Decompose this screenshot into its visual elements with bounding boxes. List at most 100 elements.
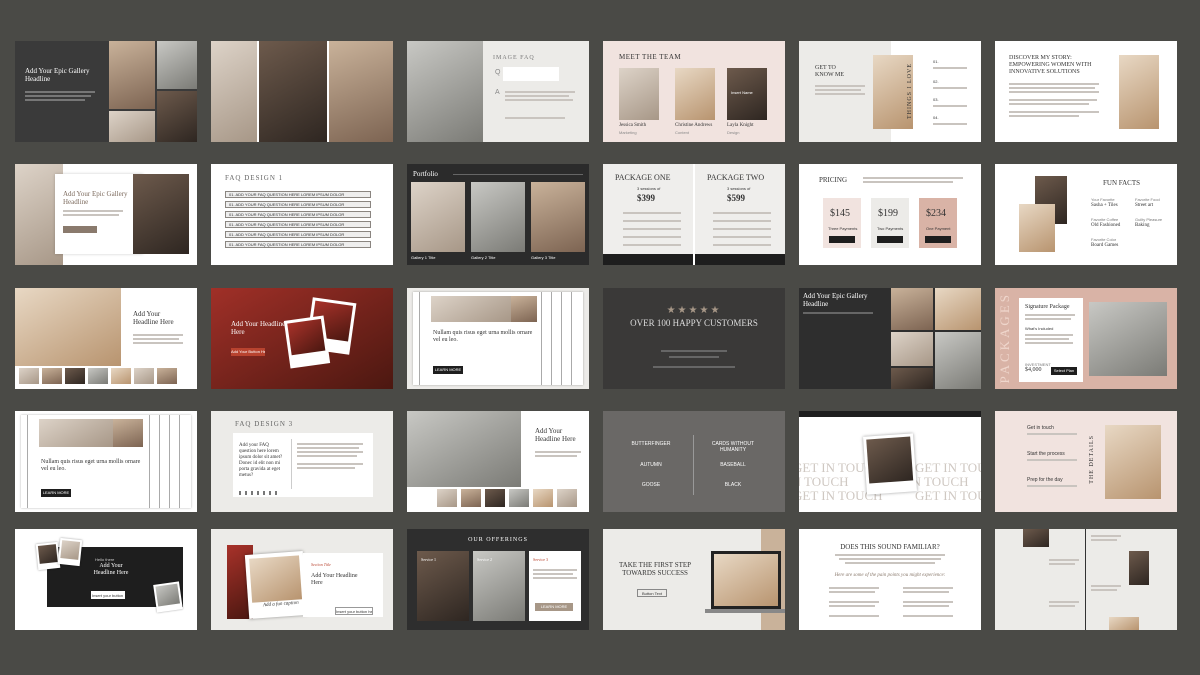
member-name: Christine Andrews xyxy=(675,123,713,128)
faq-row[interactable]: 01. ADD YOUR FAQ QUESTION HERE LOREM IPS… xyxy=(225,241,371,248)
story-photo xyxy=(1119,55,1159,129)
gallery-photo xyxy=(109,41,155,109)
learn-more-button[interactable]: LEARN MORE xyxy=(41,489,71,497)
gallery-caption: Gallery 1 Title xyxy=(411,255,436,260)
slide-fun-facts[interactable]: FUN FACTS Your Favorite Sasha + Tiles Fa… xyxy=(995,164,1177,265)
testimonial-title: OVER 100 HAPPY CUSTOMERS xyxy=(630,318,758,328)
polaroid xyxy=(153,581,183,613)
kicker: Section Title xyxy=(311,562,331,567)
gallery-caption: Gallery 3 Title xyxy=(531,255,556,260)
slide-gallery-headline-dark[interactable]: Add Your Epic Gallery Headline xyxy=(15,41,197,142)
faq-row[interactable]: 01. ADD YOUR FAQ QUESTION HERE LOREM IPS… xyxy=(225,201,371,208)
tab-photo xyxy=(431,296,511,322)
pagination-dots[interactable] xyxy=(239,491,279,495)
slide-image-faq[interactable]: IMAGE FAQ Q A xyxy=(407,41,589,142)
select-plan-button[interactable]: Select Plan xyxy=(1051,367,1077,375)
slide-tabbed-book-1[interactable]: Nullam quis risus eget urna mollis ornar… xyxy=(407,288,589,389)
gallery-caption: Gallery 2 Title xyxy=(471,255,496,260)
slide-discover-my-story[interactable]: DISCOVER MY STORY: EMPOWERING WOMEN WITH… xyxy=(995,41,1177,142)
slide-fun-caption[interactable]: Add a fun caption Section Title Add Your… xyxy=(211,529,393,630)
slide-packages[interactable]: PACKAGE ONE PACKAGE TWO 3 sessions of 3 … xyxy=(603,164,785,265)
collage-photo xyxy=(211,41,257,142)
grid-photo xyxy=(935,288,981,330)
slide-hello-polaroids[interactable]: Hello there Add Your Headline Here Inser… xyxy=(15,529,197,630)
collage-photo xyxy=(329,41,393,142)
faq-row[interactable]: 01. ADD YOUR FAQ QUESTION HERE LOREM IPS… xyxy=(225,211,371,218)
package-one-button[interactable] xyxy=(603,254,693,265)
included-label: What's Included xyxy=(1025,326,1054,331)
slide-first-step[interactable]: TAKE THE FIRST STEP TOWARDS SUCCESS Butt… xyxy=(603,529,785,630)
card-label: Insert Name xyxy=(731,90,753,95)
slide-red-flowers[interactable]: Add Your Headline Here Add Your Button H… xyxy=(211,288,393,389)
portfolio-photo xyxy=(531,182,585,252)
polaroid xyxy=(57,537,83,567)
slide-gallery-grid-dark[interactable]: Add Your Epic Gallery Headline xyxy=(799,288,981,389)
cta-button[interactable]: Insert your button here xyxy=(91,591,125,599)
learn-more-button[interactable]: LEARN MORE xyxy=(433,366,463,374)
price: $4,000 xyxy=(1025,367,1042,373)
thumb-photo xyxy=(509,489,529,507)
grid-photo xyxy=(891,288,933,330)
step-item: Prep for the day xyxy=(1027,477,1063,483)
fun-photo xyxy=(1019,204,1055,252)
slide-pricing[interactable]: PRICING $145 $199 $234 Three Payments Tw… xyxy=(799,164,981,265)
bw-photo xyxy=(407,411,521,487)
faq-row[interactable]: 01. ADD YOUR FAQ QUESTION HERE LOREM IPS… xyxy=(225,231,371,238)
service-name: Service 3 xyxy=(533,557,548,562)
plan-button[interactable] xyxy=(877,236,903,243)
learn-more-button[interactable]: LEARN MORE xyxy=(535,603,573,611)
headline: Add Your Headline Here xyxy=(93,563,129,576)
faq-row[interactable]: 01. ADD YOUR FAQ QUESTION HERE LOREM IPS… xyxy=(225,191,371,198)
slide-headline-bw[interactable]: Add Your Headline Here xyxy=(407,411,589,512)
tab-photo xyxy=(511,296,537,322)
portfolio-photo xyxy=(471,182,525,252)
favorite-item: BLACK xyxy=(724,482,742,488)
fact-value: Street art xyxy=(1135,203,1154,208)
favorite-item: BUTTERFINGER xyxy=(631,441,671,447)
team-title: MEET THE TEAM xyxy=(619,53,682,61)
plan-button[interactable] xyxy=(829,236,855,243)
slide-our-offerings[interactable]: OUR OFFERINGS Service 1 Service 2 Servic… xyxy=(407,529,589,630)
slide-tabbed-book-2[interactable]: Nullam quis risus eget urna mollis ornar… xyxy=(15,411,197,512)
subtitle: Here are some of the pain points you mig… xyxy=(834,573,946,578)
price: $199 xyxy=(878,208,898,219)
step-item: Start the process xyxy=(1027,451,1065,457)
slide-get-to-know-me[interactable]: GET TO KNOW ME THINGS I LOVE 01. 02. 03.… xyxy=(799,41,981,142)
details-photo xyxy=(1105,425,1161,499)
slide-testimonial[interactable]: ★★★★★ OVER 100 HAPPY CUSTOMERS xyxy=(603,288,785,389)
collage-photo xyxy=(259,41,327,142)
package-two-button[interactable] xyxy=(695,254,785,265)
slide-faq-design-3[interactable]: FAQ DESIGN 3 Add your FAQ question here … xyxy=(211,411,393,512)
slide-photo-collage[interactable] xyxy=(211,41,393,142)
slide-faq-design-1[interactable]: FAQ DESIGN 1 01. ADD YOUR FAQ QUESTION H… xyxy=(211,164,393,265)
slide-headline-portrait[interactable]: Add Your Headline Here xyxy=(15,288,197,389)
package-two-title: PACKAGE TWO xyxy=(707,173,765,182)
slide-packages-blush[interactable]: PACKAGES Signature Package What's Includ… xyxy=(995,288,1177,389)
a-marker: A xyxy=(495,89,500,96)
slide-the-details[interactable]: Get in touch Start the process Prep for … xyxy=(995,411,1177,512)
slide-meet-the-team[interactable]: MEET THE TEAM Insert Name Jessica Smith … xyxy=(603,41,785,142)
cta-button[interactable]: Add Your Button Here xyxy=(231,348,265,356)
slide-favorites-grid[interactable]: BUTTERFINGER CARDS WITHOUT HUMANITY AUTU… xyxy=(603,411,785,512)
polaroid xyxy=(244,551,308,619)
cta-button[interactable] xyxy=(63,226,97,233)
slide-gallery-headline-light[interactable]: Add Your Epic Gallery Headline xyxy=(15,164,197,265)
cta-button[interactable]: Insert your button here xyxy=(335,607,373,615)
cta-button[interactable]: Button Text xyxy=(637,589,667,597)
slide-get-in-touch[interactable]: GET IN TOUCH GET IN TOUCH GET IN TOUCH G… xyxy=(799,411,981,512)
vertical-text: THINGS I LOVE xyxy=(907,63,913,119)
favorite-item: GOOSE xyxy=(641,482,661,488)
slide-timeline[interactable] xyxy=(995,529,1177,630)
fact-label: Your Favorite xyxy=(1091,197,1115,202)
faq-row[interactable]: 01. ADD YOUR FAQ QUESTION HERE LOREM IPS… xyxy=(225,221,371,228)
thumb-photo xyxy=(437,489,457,507)
thumb-photo xyxy=(111,368,131,384)
price: $234 xyxy=(926,208,946,219)
fact-value: Sasha + Tiles xyxy=(1091,203,1118,208)
slide-portfolio[interactable]: Portfolio Gallery 1 Title Gallery 2 Titl… xyxy=(407,164,589,265)
plan-button[interactable] xyxy=(925,236,951,243)
kicker: Hello there xyxy=(95,557,115,562)
list-num: 02. xyxy=(933,79,939,84)
slide-sound-familiar[interactable]: DOES THIS SOUND FAMILIAR? Here are some … xyxy=(799,529,981,630)
member-name: Jessica Smith xyxy=(619,123,647,128)
